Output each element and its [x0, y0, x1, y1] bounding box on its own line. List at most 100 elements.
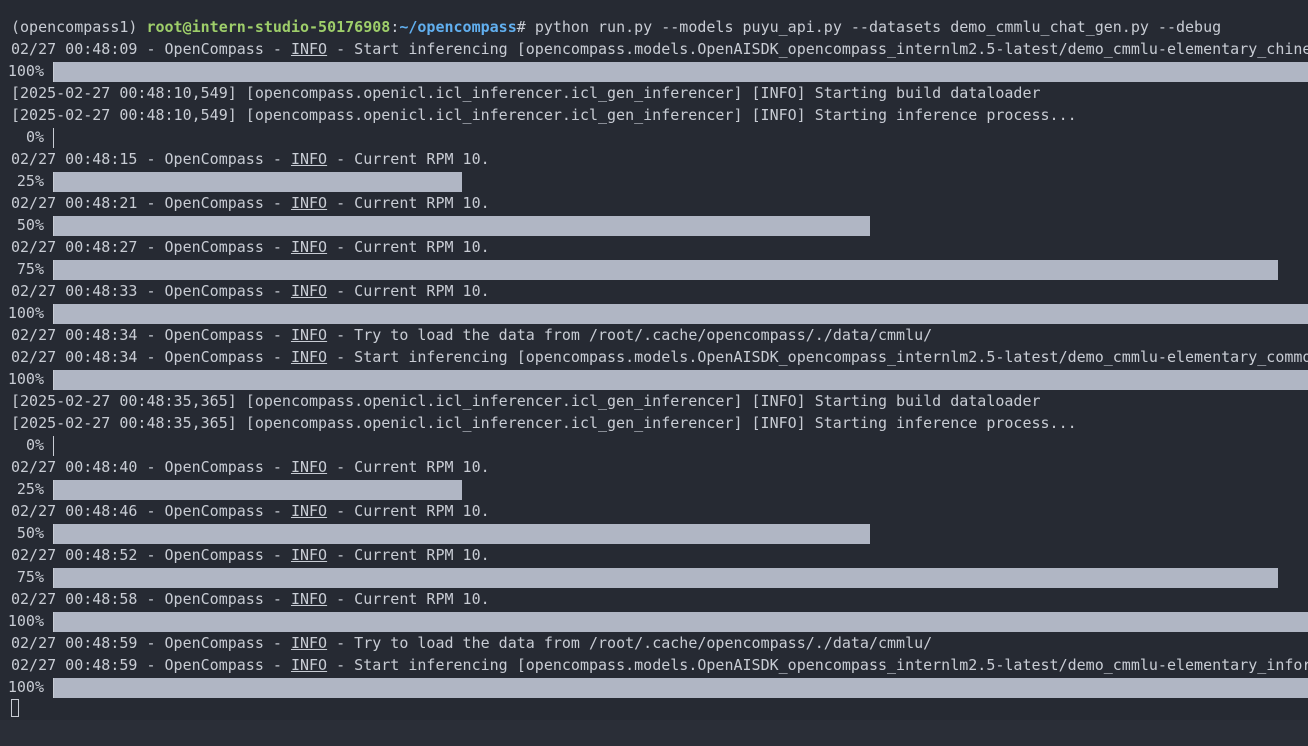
progress-bar-fill — [54, 172, 462, 192]
log-prefix: 02/27 00:48:09 - OpenCompass - — [11, 40, 291, 58]
progress-bar: 100% — [0, 610, 1308, 632]
log-prefix: 02/27 00:48:40 - OpenCompass - — [11, 458, 291, 476]
log-message: - Current RPM 10. — [327, 502, 490, 520]
progress-bar-fill — [54, 370, 1308, 390]
log-prefix: 02/27 00:48:33 - OpenCompass - — [11, 282, 291, 300]
log-prefix: 02/27 00:48:59 - OpenCompass - — [11, 656, 291, 674]
log-line: 02/27 00:48:46 - OpenCompass - INFO - Cu… — [11, 500, 1308, 522]
progress-bar: 100% — [0, 368, 1308, 390]
log-level: INFO — [290, 546, 328, 564]
log-level: INFO — [290, 590, 328, 608]
log-line: 02/27 00:48:40 - OpenCompass - INFO - Cu… — [11, 456, 1308, 478]
log-line: 02/27 00:48:59 - OpenCompass - INFO - St… — [11, 654, 1308, 676]
text-cursor — [11, 699, 19, 717]
progress-percent: 75% — [16, 568, 44, 586]
progress-bar: 100% — [0, 676, 1308, 698]
progress-percent: 100% — [7, 678, 44, 696]
prompt-user-host: root@intern-studio-50176908 — [146, 18, 391, 36]
progress-percent: 50% — [16, 216, 44, 234]
inferencer-log-line: [2025-02-27 00:48:10,549] [opencompass.o… — [11, 84, 1041, 102]
log-level: INFO — [290, 150, 328, 168]
progress-bar-fill — [54, 62, 1308, 82]
log-level: INFO — [290, 656, 328, 674]
log-prefix: 02/27 00:48:59 - OpenCompass - — [11, 634, 291, 652]
progress-percent: 100% — [7, 370, 44, 388]
log-line: 02/27 00:48:21 - OpenCompass - INFO - Cu… — [11, 192, 1308, 214]
progress-bar-fill — [54, 568, 1278, 588]
log-level: INFO — [290, 40, 328, 58]
progress-bar-fill — [54, 678, 1308, 698]
progress-bar: 0% — [0, 126, 1308, 148]
prompt-colon: : — [390, 18, 400, 36]
log-level: INFO — [290, 326, 328, 344]
input-line[interactable] — [11, 698, 1308, 720]
prompt-hash: # — [516, 18, 535, 36]
log-prefix: 02/27 00:48:58 - OpenCompass - — [11, 590, 291, 608]
progress-percent: 0% — [25, 436, 44, 454]
log-prefix: 02/27 00:48:27 - OpenCompass - — [11, 238, 291, 256]
progress-bar: 25% — [0, 478, 1308, 500]
progress-percent: 100% — [7, 612, 44, 630]
progress-percent: 100% — [7, 304, 44, 322]
progress-bar-fill — [54, 304, 1308, 324]
log-line: 02/27 00:48:15 - OpenCompass - INFO - Cu… — [11, 148, 1308, 170]
progress-bar-left-edge — [53, 128, 54, 148]
log-level: INFO — [290, 194, 328, 212]
log-message: - Current RPM 10. — [327, 238, 490, 256]
log-message: - Current RPM 10. — [327, 546, 490, 564]
terminal-output: (opencompass1) root@intern-studio-501769… — [8, 16, 1308, 720]
log-prefix: 02/27 00:48:21 - OpenCompass - — [11, 194, 291, 212]
progress-bar-fill — [54, 480, 462, 500]
log-line: 02/27 00:48:09 - OpenCompass - INFO - St… — [11, 38, 1308, 60]
log-line: 02/27 00:48:58 - OpenCompass - INFO - Cu… — [11, 588, 1308, 610]
terminal-footer — [0, 720, 1308, 746]
progress-bar: 100% — [0, 302, 1308, 324]
log-message: - Current RPM 10. — [327, 150, 490, 168]
inferencer-log-line: [2025-02-27 00:48:10,549] [opencompass.o… — [11, 106, 1077, 124]
log-prefix: 02/27 00:48:46 - OpenCompass - — [11, 502, 291, 520]
progress-percent: 75% — [16, 260, 44, 278]
log-line: 02/27 00:48:59 - OpenCompass - INFO - Tr… — [11, 632, 1308, 654]
progress-bar-fill — [54, 612, 1308, 632]
progress-bar: 50% — [0, 522, 1308, 544]
log-line: 02/27 00:48:34 - OpenCompass - INFO - St… — [11, 346, 1308, 368]
progress-percent: 25% — [16, 480, 44, 498]
progress-bar-left-edge — [53, 436, 54, 456]
prompt-command: python run.py --models puyu_api.py --dat… — [534, 18, 1222, 36]
log-prefix: 02/27 00:48:34 - OpenCompass - — [11, 326, 291, 344]
log-level: INFO — [290, 502, 328, 520]
log-message: - Start inferencing [opencompass.models.… — [327, 40, 1308, 58]
log-message: - Try to load the data from /root/.cache… — [327, 326, 933, 344]
progress-percent: 100% — [7, 62, 44, 80]
terminal-window[interactable]: (opencompass1) root@intern-studio-501769… — [0, 0, 1308, 720]
progress-bar-fill — [54, 216, 870, 236]
log-prefix: 02/27 00:48:15 - OpenCompass - — [11, 150, 291, 168]
log-message: - Current RPM 10. — [327, 194, 490, 212]
log-message: - Start inferencing [opencompass.models.… — [327, 348, 1308, 366]
conda-env: (opencompass1) — [11, 18, 147, 36]
progress-bar-fill — [54, 524, 870, 544]
log-line: 02/27 00:48:27 - OpenCompass - INFO - Cu… — [11, 236, 1308, 258]
progress-bar: 75% — [0, 566, 1308, 588]
log-message: - Current RPM 10. — [327, 458, 490, 476]
log-level: INFO — [290, 348, 328, 366]
log-line: 02/27 00:48:33 - OpenCompass - INFO - Cu… — [11, 280, 1308, 302]
progress-bar: 0% — [0, 434, 1308, 456]
prompt-line: (opencompass1) root@intern-studio-501769… — [11, 16, 1308, 38]
log-message: - Current RPM 10. — [327, 590, 490, 608]
log-message: - Try to load the data from /root/.cache… — [327, 634, 933, 652]
log-message: - Start inferencing [opencompass.models.… — [336, 656, 1308, 674]
inferencer-log-line: [2025-02-27 00:48:35,365] [opencompass.o… — [11, 414, 1077, 432]
log-message: - Current RPM 10. — [327, 282, 490, 300]
progress-percent: 0% — [25, 128, 44, 146]
log-level: INFO — [290, 634, 328, 652]
log-prefix: 02/27 00:48:52 - OpenCompass - — [11, 546, 291, 564]
progress-percent: 25% — [16, 172, 44, 190]
log-level: INFO — [290, 458, 328, 476]
prompt-path: ~/opencompass — [399, 18, 517, 36]
progress-percent: 50% — [16, 524, 44, 542]
progress-bar: 25% — [0, 170, 1308, 192]
log-line: 02/27 00:48:52 - OpenCompass - INFO - Cu… — [11, 544, 1308, 566]
progress-bar: 75% — [0, 258, 1308, 280]
log-level: INFO — [290, 282, 328, 300]
